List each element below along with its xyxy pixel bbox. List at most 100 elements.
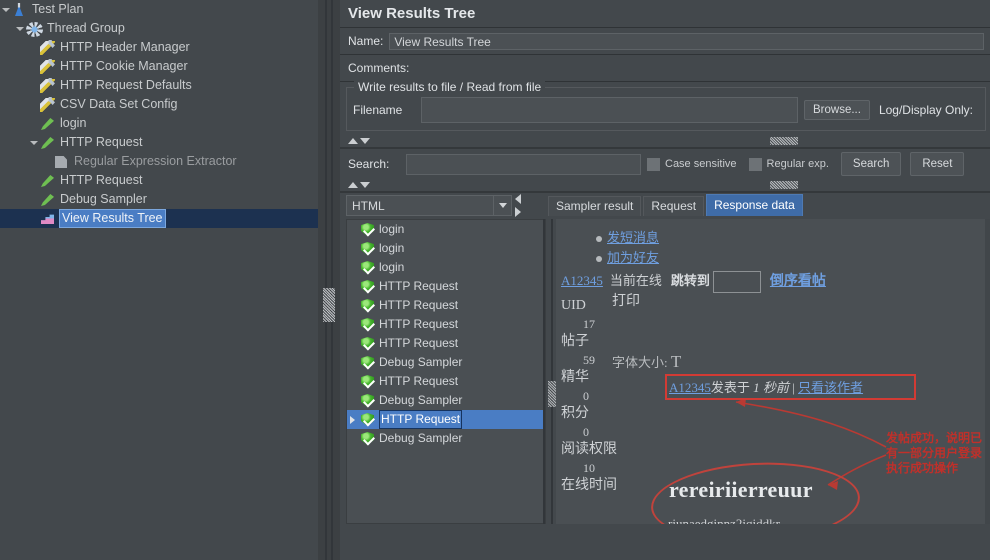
sampler-icon xyxy=(39,172,56,189)
split-grip-icon[interactable] xyxy=(323,288,335,322)
jump-to-label: 跳转到 xyxy=(670,273,710,288)
tree-item-test-plan[interactable]: Test Plan xyxy=(0,0,318,19)
comments-input[interactable] xyxy=(415,60,984,77)
expand-down-icon[interactable] xyxy=(360,138,370,144)
regular-exp-checkbox[interactable] xyxy=(748,157,762,171)
tree-item-label: HTTP Request xyxy=(60,173,143,187)
tree-item-regular-expression-extractor[interactable]: Regular Expression Extractor xyxy=(0,152,318,171)
send-message-link[interactable]: 发短消息 xyxy=(607,230,659,245)
list-item[interactable]: HTTP Request xyxy=(347,296,545,315)
inner-split-grip-icon[interactable] xyxy=(548,381,556,407)
config-element-icon xyxy=(39,77,56,94)
tree-item-label: HTTP Cookie Manager xyxy=(60,59,188,73)
collapse-left-icon[interactable] xyxy=(515,194,521,204)
browse-button[interactable]: Browse... xyxy=(804,100,870,120)
twisty-open-icon[interactable] xyxy=(14,19,25,38)
filename-input[interactable] xyxy=(421,97,799,123)
success-shield-icon xyxy=(361,223,374,236)
list-item-label: Debug Sampler xyxy=(379,355,463,369)
tree-item-http-header-manager[interactable]: HTTP Header Manager xyxy=(0,38,318,57)
post-body: riunaedginnz2iqiddkr xyxy=(668,516,780,524)
tree-item-http-cookie-manager[interactable]: HTTP Cookie Manager xyxy=(0,57,318,76)
tree-item-csv-data-set-config[interactable]: CSV Data Set Config xyxy=(0,95,318,114)
list-item[interactable]: login xyxy=(347,220,545,239)
search-label: Search: xyxy=(348,157,390,171)
send-message-item[interactable]: 发短消息 xyxy=(596,227,659,246)
main-split-divider[interactable] xyxy=(318,0,340,560)
tab-response-data[interactable]: Response data xyxy=(706,194,803,216)
tree-item-view-results-tree[interactable]: View Results Tree xyxy=(0,209,318,228)
username-link[interactable]: A12345 xyxy=(561,273,603,288)
font-size-glyph: T xyxy=(670,352,682,371)
list-item-label: Debug Sampler xyxy=(379,393,463,407)
expand-down-icon-2[interactable] xyxy=(360,182,370,188)
horizontal-split-grip-icon[interactable] xyxy=(770,137,798,145)
write-results-group: Write results to file / Read from file F… xyxy=(346,80,986,131)
twisty-open-icon[interactable] xyxy=(0,0,11,19)
twisty-open-icon[interactable] xyxy=(28,133,39,152)
list-item[interactable]: Debug Sampler xyxy=(347,429,545,448)
list-item-label: login xyxy=(379,260,405,274)
post-author-link[interactable]: A12345 xyxy=(669,380,711,395)
collapse-up-icon-2[interactable] xyxy=(348,182,358,188)
jump-to-input[interactable] xyxy=(712,271,761,294)
name-input[interactable]: View Results Tree xyxy=(389,32,984,50)
reset-button[interactable]: Reset xyxy=(910,152,965,176)
response-scrollbar[interactable] xyxy=(985,219,990,524)
search-button[interactable]: Search xyxy=(840,152,902,176)
add-friend-item[interactable]: 加为好友 xyxy=(596,247,659,266)
twisty-placeholder xyxy=(28,38,39,57)
one-touch-expand-row-2[interactable] xyxy=(340,179,990,191)
list-item[interactable]: HTTP Request xyxy=(347,372,545,391)
success-shield-icon xyxy=(361,432,374,445)
list-item[interactable]: HTTP Request xyxy=(347,277,545,296)
list-item[interactable]: Debug Sampler xyxy=(347,353,545,372)
expand-right-icon[interactable] xyxy=(515,207,521,217)
list-item[interactable]: Debug Sampler xyxy=(347,391,545,410)
one-touch-expand-row-1[interactable] xyxy=(340,135,990,147)
list-item[interactable]: login xyxy=(347,258,545,277)
response-data-view[interactable]: 发短消息 加为好友 A12345 当前在线 跳转到 倒序看帖 打印 字体大小: … xyxy=(556,219,990,524)
success-shield-icon xyxy=(361,337,374,350)
case-sensitive-checkbox[interactable] xyxy=(647,157,660,171)
success-shield-icon xyxy=(361,299,374,312)
stat-value: 0 xyxy=(583,389,589,403)
bullet-icon-2 xyxy=(596,256,602,263)
post-middle-text: 发表于 xyxy=(710,380,750,395)
renderer-select[interactable]: HTML xyxy=(346,195,512,216)
twisty-placeholder xyxy=(28,171,39,190)
results-list[interactable]: login login login HTTP Request HTTP Request H… xyxy=(346,219,546,524)
tree-item-debug-sampler[interactable]: Debug Sampler xyxy=(0,190,318,209)
tab-sampler-result[interactable]: Sampler result xyxy=(548,196,642,216)
result-tabs[interactable]: Sampler result Request Response data xyxy=(548,194,805,216)
tree-item-http-request[interactable]: HTTP Request xyxy=(0,171,318,190)
tab-request[interactable]: Request xyxy=(643,196,705,216)
tree-item-http-request-defaults[interactable]: HTTP Request Defaults xyxy=(0,76,318,95)
filename-row: Filename Browse... Log/Display Only: xyxy=(353,97,979,123)
list-item[interactable]: HTTP Request xyxy=(347,334,545,353)
test-plan-tree[interactable]: Test Plan Thread Group HTTP Header Manager… xyxy=(0,0,318,560)
post-divider: | xyxy=(792,380,795,395)
success-shield-icon xyxy=(361,413,374,426)
tree-item-login[interactable]: login xyxy=(0,114,318,133)
add-friend-link[interactable]: 加为好友 xyxy=(607,250,659,265)
reverse-order-link[interactable]: 倒序看帖 xyxy=(770,274,826,289)
list-split-arrows[interactable] xyxy=(514,194,524,218)
jmeter-window: Test Plan Thread Group HTTP Header Manager… xyxy=(0,0,990,560)
twisty-placeholder xyxy=(28,114,39,133)
list-item-label: HTTP Request xyxy=(379,279,459,293)
collapse-up-icon[interactable] xyxy=(348,138,358,144)
sampler-icon xyxy=(39,134,56,151)
chevron-down-icon[interactable] xyxy=(493,196,511,215)
twisty-closed-icon[interactable] xyxy=(350,416,355,424)
only-author-link[interactable]: 只看该作者 xyxy=(798,380,863,395)
list-item[interactable]: HTTP Request xyxy=(347,315,545,334)
list-item[interactable]: login xyxy=(347,239,545,258)
list-item-label: HTTP Request xyxy=(379,317,459,331)
list-item[interactable]: HTTP Request xyxy=(347,410,545,429)
search-input[interactable] xyxy=(406,153,641,175)
tree-item-http-request[interactable]: HTTP Request xyxy=(0,133,318,152)
tree-item-thread-group[interactable]: Thread Group xyxy=(0,19,318,38)
horizontal-split-grip-icon-2[interactable] xyxy=(770,181,798,189)
post-title: rereiriierreuur xyxy=(669,477,813,502)
